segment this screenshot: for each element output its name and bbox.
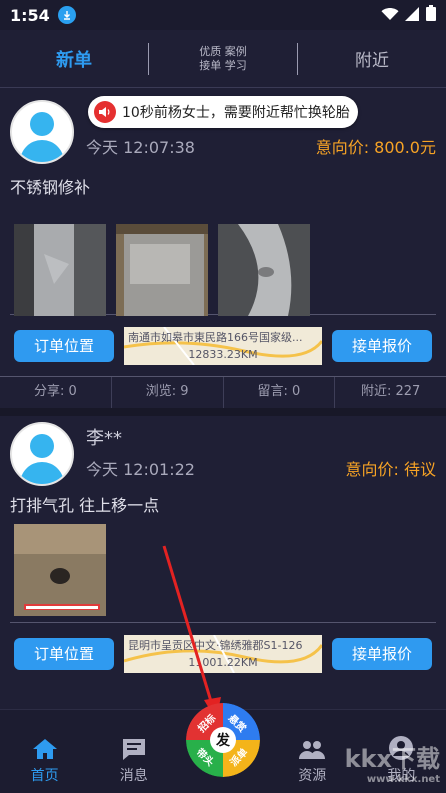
tab-quality-cases[interactable]: 优质 案例 接单 学习 [148, 42, 298, 75]
status-time: 1:54 [10, 5, 50, 25]
stats-row: 分享: 0 浏览: 9 留言: 0 附近: 227 [0, 376, 446, 416]
avatar[interactable] [10, 422, 74, 486]
watermark-url: www.kkx.net [366, 774, 440, 785]
order-photo[interactable] [14, 224, 106, 316]
wifi-icon [381, 6, 399, 25]
notification-toast[interactable]: 10秒前杨女士，需要附近帮忙换轮胎 [88, 96, 358, 128]
order-description: 打排气孔 往上移一点 [10, 496, 160, 515]
order-photo[interactable] [116, 224, 208, 316]
status-bar: 1:54 [0, 0, 446, 30]
stat-comments[interactable]: 留言: 0 [224, 377, 336, 408]
publish-fab[interactable]: 招标 悬赏 带头 派单 发 [186, 703, 260, 777]
people-icon [299, 741, 326, 759]
map-preview[interactable]: 昆明市呈贡区中文·锦绣雅郡S1-126 11001.22KM [124, 634, 322, 673]
intended-price: 意向价: 800.0元 [315, 138, 436, 157]
order-time: 今天 12:07:38 [86, 138, 195, 157]
top-tabs: 新单 优质 案例 接单 学习 附近 [0, 30, 446, 88]
order-card[interactable]: 今天 12:07:38 意向价: 800.0元 不锈钢修补 订单位置 南通市如皋… [0, 88, 446, 376]
nav-messages-label: 消息 [119, 768, 148, 784]
battery-icon [426, 5, 436, 25]
toast-text: 10秒前杨女士，需要附近帮忙换轮胎 [122, 105, 350, 121]
tab-quality-cases-line2: 接单 学习 [199, 58, 247, 72]
download-icon [57, 6, 76, 24]
order-time: 今天 12:01:22 [86, 460, 195, 479]
order-photo[interactable] [14, 524, 106, 616]
signal-icon [405, 6, 420, 25]
user-name: 李** [86, 428, 122, 449]
map-address: 昆明市呈贡区中文·锦绣雅郡S1-126 [128, 638, 303, 652]
order-location-button[interactable]: 订单位置 [14, 329, 114, 362]
avatar[interactable] [10, 100, 74, 164]
fab-center[interactable]: 发 [210, 727, 236, 753]
watermark-main: kkx下载 [344, 745, 440, 773]
tab-quality-cases-line1: 优质 案例 [199, 44, 247, 58]
tab-new[interactable]: 新单 [0, 46, 148, 72]
map-address: 南通市如皋市東民路166号国家级... [128, 330, 303, 344]
message-icon [122, 739, 145, 760]
quote-button[interactable]: 接单报价 [332, 329, 432, 362]
nav-messages[interactable]: 消息 [89, 737, 178, 785]
nav-home-label: 首页 [30, 768, 59, 784]
watermark: kkx下载 www.kkx.net [345, 739, 440, 785]
map-distance: 12833.23KM [188, 347, 258, 361]
stat-views: 浏览: 9 [112, 377, 224, 408]
speaker-icon [94, 101, 116, 123]
order-photo[interactable] [218, 224, 310, 316]
nav-resources-label: 资源 [298, 768, 327, 784]
home-icon [32, 739, 57, 759]
nav-home[interactable]: 首页 [0, 737, 89, 785]
map-preview[interactable]: 南通市如皋市東民路166号国家级... 12833.23KM [124, 326, 322, 365]
stat-share[interactable]: 分享: 0 [0, 377, 112, 408]
quote-button[interactable]: 接单报价 [332, 637, 432, 670]
tab-nearby[interactable]: 附近 [298, 46, 446, 71]
order-card[interactable]: 李** 今天 12:01:22 意向价: 待议 打排气孔 往上移一点 订单位置 … [0, 416, 446, 684]
order-description: 不锈钢修补 [10, 178, 91, 197]
map-distance: 11001.22KM [188, 655, 258, 669]
order-location-button[interactable]: 订单位置 [14, 637, 114, 670]
nav-resources[interactable]: 资源 [268, 737, 357, 785]
intended-price: 意向价: 待议 [345, 460, 436, 479]
stat-nearby: 附近: 227 [360, 384, 421, 399]
